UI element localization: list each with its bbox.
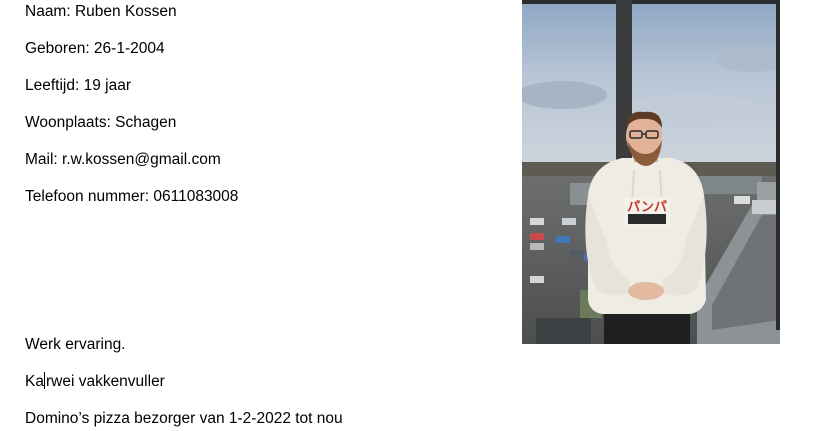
mail-line: Mail: r.w.kossen@gmail.com [25,151,221,168]
job-dominos: Domino’s pizza bezorger van 1-2-2022 tot… [25,410,343,427]
job-karwei-text-end: rwei vakkenvuller [45,373,165,390]
phone-line: Telefoon nummer: 0611083008 [25,188,239,205]
residence-line: Woonplaats: Schagen [25,114,177,131]
job-karwei[interactable]: Ka rwei vakkenvuller [25,372,165,392]
hoodie-print: パンパ [627,200,667,215]
birthdate-line: Geboren: 26-1-2004 [25,40,165,57]
name-line: Naam: Ruben Kossen [25,3,177,20]
profile-photo[interactable]: パンパ [522,0,780,344]
experience-heading: Werk ervaring. [25,336,126,353]
age-line: Leeftijd: 19 jaar [25,77,131,94]
job-karwei-text-start: Ka [25,373,44,390]
